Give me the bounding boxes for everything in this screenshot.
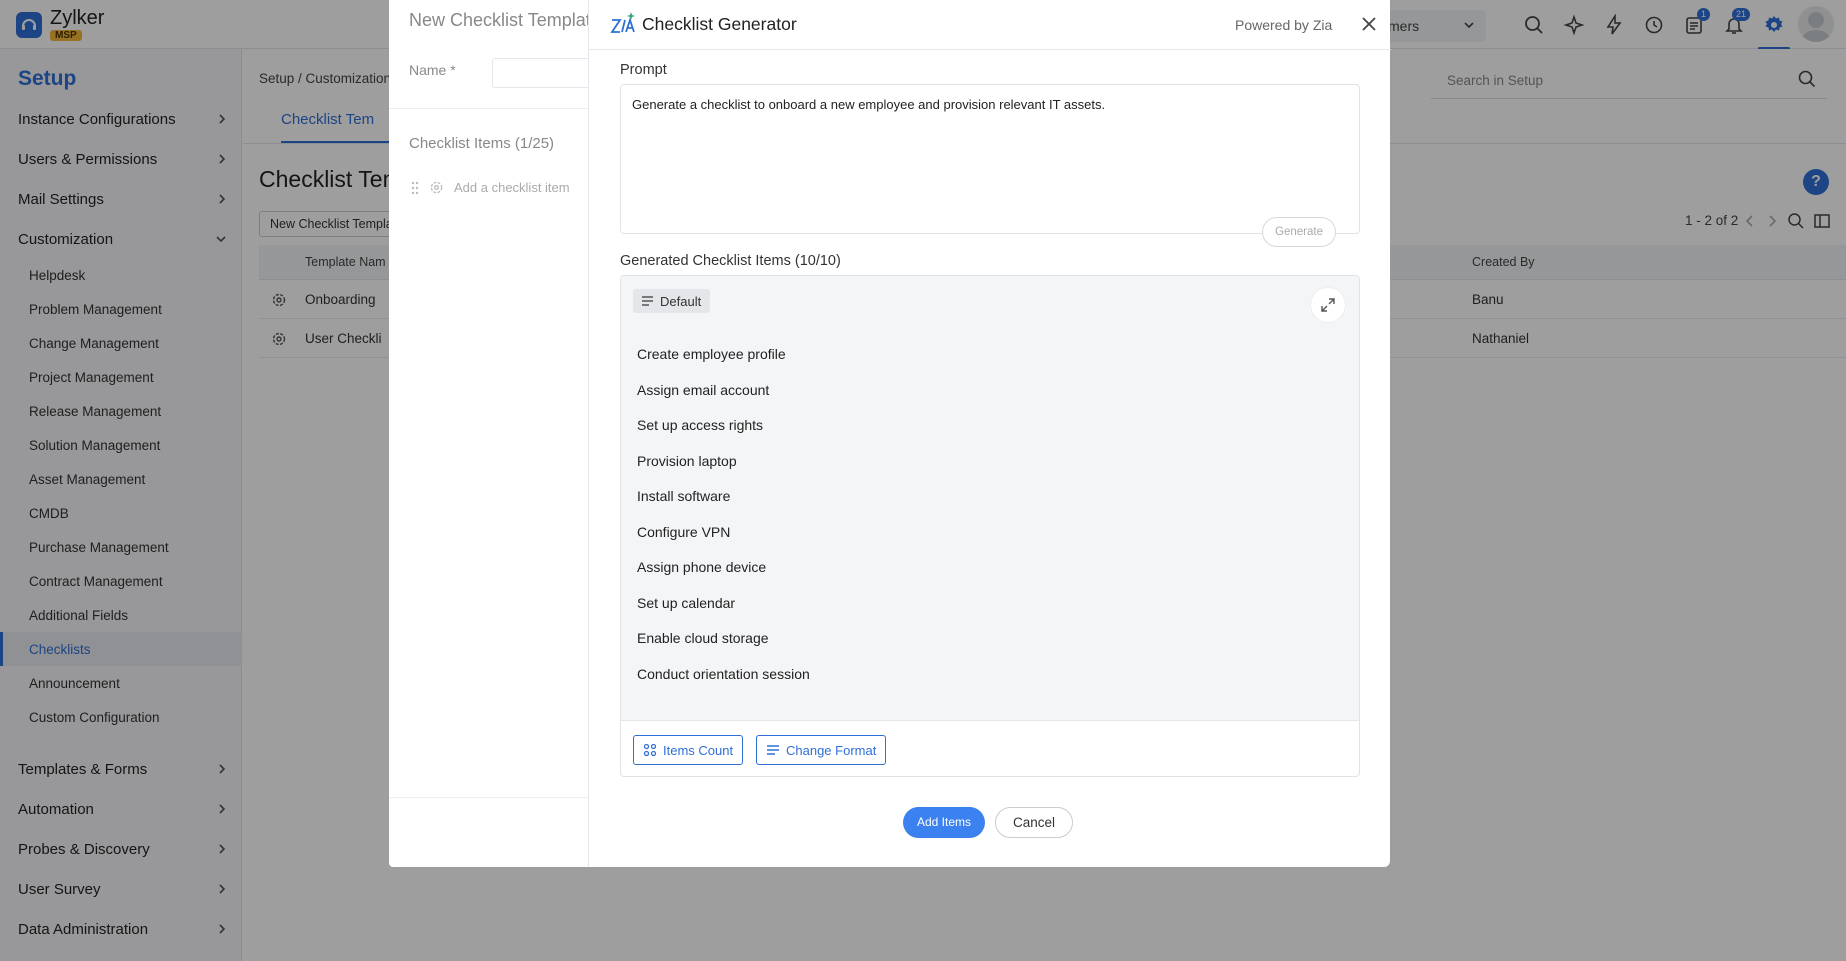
template-name-input[interactable] bbox=[492, 58, 592, 88]
prompt-text[interactable]: Generate a checklist to onboard a new em… bbox=[632, 96, 1342, 114]
generated-item[interactable]: Install software bbox=[637, 488, 730, 504]
change-format-button[interactable]: Change Format bbox=[756, 735, 887, 765]
checklist-generator-modal: Checklist Generator Powered by Zia Promp… bbox=[588, 0, 1391, 867]
close-icon[interactable] bbox=[1359, 14, 1379, 34]
add-checklist-item-placeholder: Add a checklist item bbox=[454, 180, 570, 195]
generated-item[interactable]: Set up access rights bbox=[637, 417, 763, 433]
powered-by-label: Powered by Zia bbox=[1235, 17, 1333, 33]
generated-item[interactable]: Enable cloud storage bbox=[637, 630, 769, 646]
grid-icon bbox=[643, 743, 657, 757]
generated-item[interactable]: Assign email account bbox=[637, 382, 769, 398]
new-checklist-template-dialog: New Checklist Template Name * Checklist … bbox=[389, 0, 592, 867]
generated-item[interactable]: Conduct orientation session bbox=[637, 666, 810, 682]
template-dialog-footer-divider bbox=[389, 797, 589, 798]
generated-item[interactable]: Provision laptop bbox=[637, 453, 737, 469]
cancel-button[interactable]: Cancel bbox=[995, 807, 1073, 838]
zia-logo-icon bbox=[610, 12, 635, 33]
prompt-textarea[interactable]: Generate a checklist to onboard a new em… bbox=[620, 84, 1360, 247]
items-count-button[interactable]: Items Count bbox=[633, 735, 744, 765]
generated-items-panel: Default Create employee profile Assign e… bbox=[620, 275, 1360, 777]
generated-items-list: Default Create employee profile Assign e… bbox=[621, 276, 1359, 721]
generated-items-label: Generated Checklist Items (10/10) bbox=[620, 253, 841, 269]
gear-icon[interactable] bbox=[429, 180, 444, 195]
checklist-items-title: Checklist Items (1/25) bbox=[409, 135, 555, 152]
expand-button[interactable] bbox=[1311, 288, 1345, 322]
list-format-icon bbox=[767, 745, 779, 755]
format-chip-label: Default bbox=[660, 293, 702, 309]
generated-item[interactable]: Create employee profile bbox=[637, 346, 786, 362]
generate-button[interactable]: Generate bbox=[1262, 217, 1336, 247]
template-dialog-title: New Checklist Template bbox=[409, 10, 589, 30]
add-checklist-item-row[interactable]: Add a checklist item bbox=[411, 180, 570, 195]
format-chip[interactable]: Default bbox=[633, 289, 711, 313]
generated-item[interactable]: Configure VPN bbox=[637, 524, 730, 540]
add-items-button[interactable]: Add Items bbox=[903, 807, 985, 838]
template-name-label: Name * bbox=[409, 62, 456, 78]
change-format-label: Change Format bbox=[786, 742, 877, 758]
generated-item[interactable]: Set up calendar bbox=[637, 595, 735, 611]
expand-icon bbox=[1321, 298, 1335, 312]
generated-item[interactable]: Assign phone device bbox=[637, 559, 766, 575]
items-count-label: Items Count bbox=[663, 742, 734, 758]
generator-header: Checklist Generator Powered by Zia bbox=[589, 0, 1391, 50]
prompt-label: Prompt bbox=[620, 62, 667, 78]
list-format-icon bbox=[642, 296, 653, 306]
drag-handle-icon[interactable] bbox=[411, 181, 419, 195]
generator-title: Checklist Generator bbox=[642, 14, 797, 34]
template-dialog-divider bbox=[389, 108, 589, 109]
